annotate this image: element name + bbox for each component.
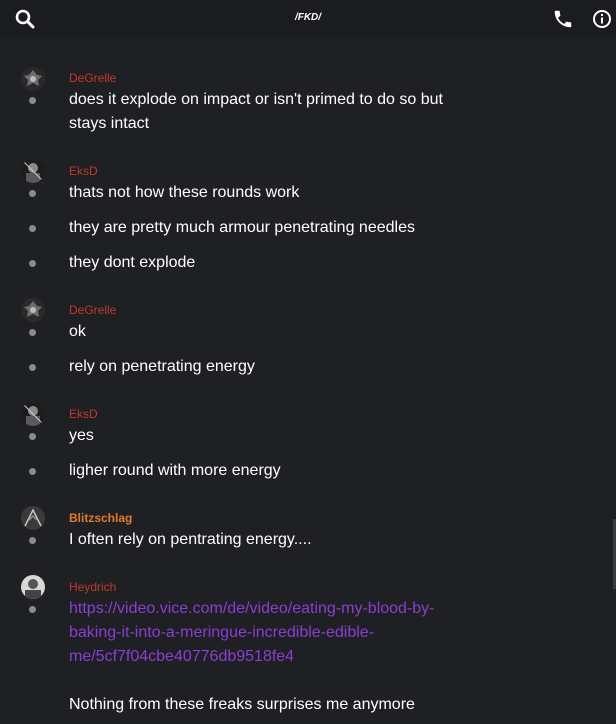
phone-icon[interactable] xyxy=(552,8,574,30)
username[interactable]: Blitzschlag xyxy=(69,511,132,525)
link-line: https://video.vice.com/de/video/eating-m… xyxy=(69,600,435,617)
message-text: they are pretty much armour penetrating … xyxy=(69,219,415,236)
channel-title: /FKD/ xyxy=(294,12,322,23)
message-link[interactable]: https://video.vice.com/de/video/eating-m… xyxy=(69,597,469,669)
message-text: I often rely on pentrating energy.... xyxy=(69,531,312,548)
message-bullet xyxy=(29,364,36,371)
message-text: does it explode on impact or isn't prime… xyxy=(69,91,443,132)
avatar[interactable] xyxy=(21,506,45,530)
message-text: Nothing from these freaks surprises me a… xyxy=(69,696,415,713)
message-bullet xyxy=(29,537,36,544)
avatar[interactable] xyxy=(21,159,45,183)
link-line: me/5cf7f04cbe40776db9518fe4 xyxy=(69,648,295,665)
avatar[interactable] xyxy=(21,67,45,91)
message-text: they dont explode xyxy=(69,254,196,271)
avatar[interactable] xyxy=(21,298,45,322)
message-bullet xyxy=(29,329,36,336)
message-text: ok xyxy=(69,323,86,340)
username[interactable]: Heydrich xyxy=(69,580,116,594)
link-line: baking-it-into-a-meringue-incredible-edi… xyxy=(69,624,375,641)
top-bar: /FKD/ xyxy=(0,0,616,37)
message-bullet xyxy=(29,260,36,267)
message-link-block: https://video.vice.com/de/video/eating-m… xyxy=(69,597,469,669)
message-bullet xyxy=(29,97,36,104)
message-text: ligher round with more energy xyxy=(69,462,281,479)
username[interactable]: DeGrelle xyxy=(69,71,116,85)
message-text: rely on penetrating energy xyxy=(69,358,255,375)
message-bullet xyxy=(29,433,36,440)
message-bullet xyxy=(29,606,36,613)
message-bullet xyxy=(29,468,36,475)
avatar[interactable] xyxy=(21,575,45,599)
username[interactable]: DeGrelle xyxy=(69,303,116,317)
message-bullet xyxy=(29,225,36,232)
message-text: yes xyxy=(69,427,94,444)
avatar[interactable] xyxy=(21,402,45,426)
message-bullet xyxy=(29,190,36,197)
info-icon[interactable] xyxy=(591,8,613,30)
username[interactable]: EksD xyxy=(69,164,98,178)
message-text: thats not how these rounds work xyxy=(69,184,300,201)
username[interactable]: EksD xyxy=(69,407,98,421)
